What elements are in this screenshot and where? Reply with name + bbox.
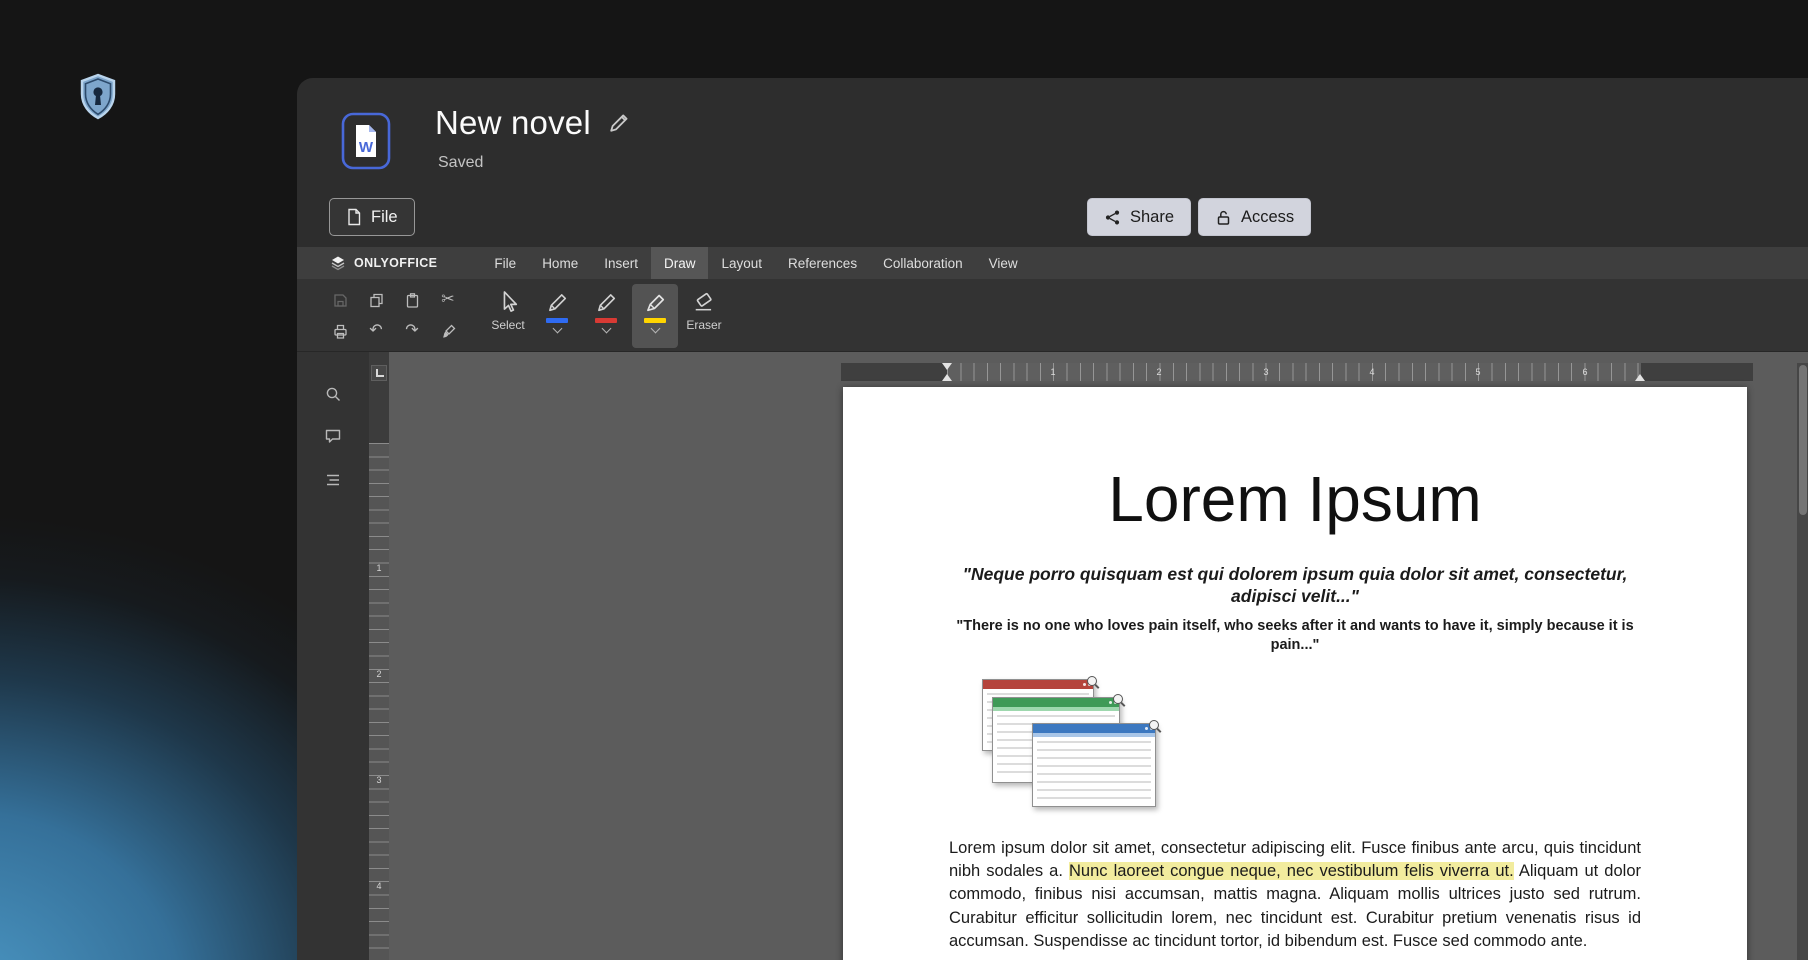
undo-icon[interactable]: ↶ <box>359 316 393 346</box>
access-button-label: Access <box>1241 208 1294 227</box>
cursor-icon <box>496 289 520 315</box>
eraser-tool[interactable]: Eraser <box>681 284 727 348</box>
horizontal-ruler: 1 2 3 4 5 6 <box>841 363 1753 381</box>
highlighted-text: Nunc laoreet congue neque, nec vestibulu… <box>1069 862 1514 880</box>
vertical-ruler: 1 2 3 4 <box>369 352 389 960</box>
select-label: Select <box>491 318 524 332</box>
svg-text:W: W <box>359 139 374 156</box>
tab-stop-selector[interactable] <box>371 365 387 381</box>
save-status: Saved <box>438 154 483 172</box>
doc-heading: Lorem Ipsum <box>949 463 1641 537</box>
print-icon[interactable] <box>323 316 357 346</box>
hruler-number: 2 <box>1156 367 1161 377</box>
onlyoffice-brand: ONLYOFFICE <box>330 247 437 279</box>
eraser-icon <box>692 289 716 315</box>
tab-file[interactable]: File <box>481 247 529 279</box>
copy-style-icon[interactable] <box>431 316 465 346</box>
draw-toolbar: ✂ ↶ ↷ <box>297 279 1808 352</box>
select-tool[interactable]: Select <box>485 284 531 348</box>
comments-icon[interactable] <box>319 422 347 450</box>
editor-window: W New novel Saved File <box>297 78 1808 960</box>
magnifier-icon <box>1149 720 1159 730</box>
first-line-indent-marker[interactable] <box>942 363 952 370</box>
desktop: W New novel Saved File <box>0 0 1808 960</box>
pen-red-tool[interactable] <box>583 284 629 348</box>
editing-canvas: 1 2 3 4 5 6 Lorem Ipsum "Neque porro qui… <box>389 352 1808 960</box>
left-panel-strip <box>297 352 369 960</box>
mini-window-blue <box>1032 723 1156 807</box>
document-type-icon: W <box>341 112 391 170</box>
vertical-scrollbar[interactable] <box>1797 363 1808 960</box>
hruler-number: 1 <box>1050 367 1055 377</box>
onlyoffice-logo-icon <box>330 255 346 271</box>
magnifier-icon <box>1087 676 1097 686</box>
hruler-number: 3 <box>1263 367 1268 377</box>
file-page-icon <box>346 208 362 226</box>
tab-insert[interactable]: Insert <box>591 247 651 279</box>
tab-draw[interactable]: Draw <box>651 247 709 279</box>
document-page[interactable]: Lorem Ipsum "Neque porro quisquam est qu… <box>843 387 1747 960</box>
document-title: New novel <box>435 104 591 142</box>
redo-icon[interactable]: ↷ <box>395 316 429 346</box>
vruler-number: 2 <box>369 669 389 679</box>
privacy-shield-icon[interactable] <box>74 72 122 124</box>
left-tab-glyph-icon <box>376 369 384 377</box>
doc-quote-bold: "There is no one who loves pain itself, … <box>949 617 1641 655</box>
hruler-number: 5 <box>1475 367 1480 377</box>
pen-icon <box>545 289 569 315</box>
search-icon[interactable] <box>319 380 347 408</box>
hruler-number: 4 <box>1369 367 1374 377</box>
cut-icon[interactable]: ✂ <box>431 285 465 315</box>
ribbon-tabs: File Home Insert Draw Layout References … <box>481 247 1030 279</box>
unlock-icon <box>1215 209 1232 226</box>
tab-collaboration[interactable]: Collaboration <box>870 247 976 279</box>
tab-layout[interactable]: Layout <box>708 247 775 279</box>
navigation-headings-icon[interactable] <box>319 466 347 494</box>
copy-icon[interactable] <box>359 285 393 315</box>
rename-pencil-icon[interactable] <box>607 111 631 135</box>
doc-quote-italic: "Neque porro quisquam est qui dolorem ip… <box>949 563 1641 607</box>
eraser-label: Eraser <box>686 318 721 332</box>
draw-tools-group: Select <box>485 284 727 348</box>
scrollbar-thumb[interactable] <box>1799 365 1807 515</box>
file-button[interactable]: File <box>329 198 415 236</box>
highlighter-dropdown-chevron-icon[interactable] <box>650 324 660 334</box>
share-icon <box>1104 209 1121 226</box>
pen-red-dropdown-chevron-icon[interactable] <box>601 324 611 334</box>
pen-icon <box>594 289 618 315</box>
pen-blue-tool[interactable] <box>534 284 580 348</box>
share-button-label: Share <box>1130 208 1174 227</box>
vruler-number: 1 <box>369 563 389 573</box>
magnifier-icon <box>1113 694 1123 704</box>
tab-home[interactable]: Home <box>529 247 591 279</box>
doc-paragraph: Lorem ipsum dolor sit amet, consectetur … <box>949 837 1641 954</box>
left-indent-marker[interactable] <box>942 374 952 381</box>
pen-blue-dropdown-chevron-icon[interactable] <box>552 324 562 334</box>
right-indent-marker[interactable] <box>1635 374 1645 381</box>
hruler-number: 6 <box>1582 367 1587 377</box>
file-button-label: File <box>371 208 398 227</box>
share-button[interactable]: Share <box>1087 198 1191 236</box>
clipboard-group: ✂ ↶ ↷ <box>323 285 465 346</box>
tab-view[interactable]: View <box>976 247 1031 279</box>
paste-icon[interactable] <box>395 285 429 315</box>
save-icon[interactable] <box>323 285 357 315</box>
highlighter-tool[interactable] <box>632 284 678 348</box>
brand-label: ONLYOFFICE <box>354 256 437 270</box>
access-button[interactable]: Access <box>1198 198 1311 236</box>
vruler-number: 4 <box>369 881 389 891</box>
menu-bar: ONLYOFFICE File Home Insert Draw Layout … <box>297 247 1808 279</box>
highlighter-icon <box>643 289 667 315</box>
tab-references[interactable]: References <box>775 247 870 279</box>
document-image[interactable] <box>974 679 1158 809</box>
vruler-number: 3 <box>369 775 389 785</box>
